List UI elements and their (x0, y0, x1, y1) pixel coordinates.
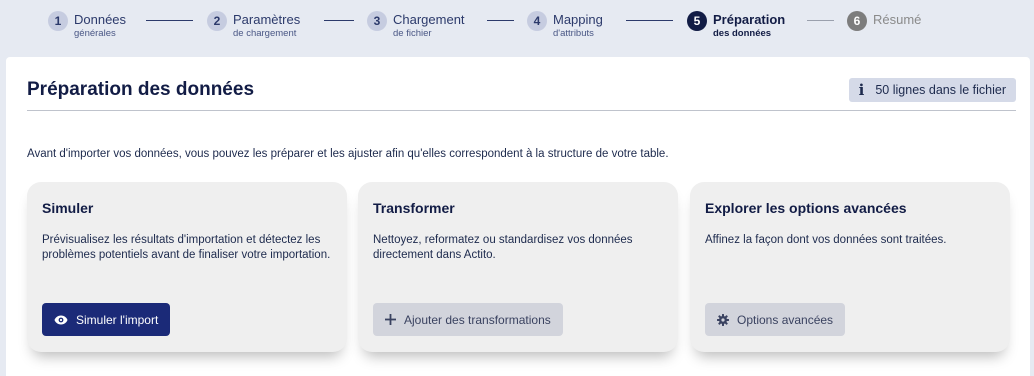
step-title: Résumé (873, 12, 922, 27)
advanced-options-button[interactable]: Options avancées (705, 303, 846, 336)
step-number: 3 (367, 11, 387, 31)
step-mapping[interactable]: 4 Mapping d'attributs (527, 11, 603, 39)
card-title: Explorer les options avancées (705, 200, 907, 216)
step-title: Préparation (713, 12, 786, 27)
rows-count-badge: i 50 lignes dans le fichier (848, 78, 1016, 102)
step-resume[interactable]: 6 Résumé (847, 11, 921, 31)
step-subtitle: des données (713, 28, 772, 39)
step-connector (324, 20, 354, 21)
card-title: Simuler (42, 200, 94, 216)
info-icon: i (858, 81, 865, 99)
step-preparation[interactable]: 5 Préparation des données (687, 11, 785, 39)
eye-icon (54, 315, 68, 325)
plus-icon (385, 314, 396, 325)
page-title: Préparation des données (27, 79, 255, 100)
step-title: Chargement (393, 12, 465, 27)
step-title: Données (74, 12, 127, 27)
step-subtitle: de chargement (233, 28, 297, 39)
step-number: 1 (48, 11, 68, 31)
step-title: Paramètres (233, 12, 301, 27)
main-panel: Préparation des données i 50 lignes dans… (6, 57, 1030, 376)
step-number: 5 (687, 11, 707, 31)
button-label: Ajouter des transformations (404, 312, 551, 327)
step-donnees-generales[interactable]: 1 Données générales (48, 11, 126, 39)
step-connector (146, 20, 193, 21)
step-subtitle: générales (74, 28, 116, 39)
card-simuler: Simuler Prévisualisez les résultats d'im… (27, 182, 347, 352)
card-transformer: Transformer Nettoyez, reformatez ou stan… (358, 182, 678, 352)
step-subtitle: de fichier (393, 28, 432, 39)
intro-text: Avant d'importer vos données, vous pouve… (27, 148, 669, 160)
step-connector (487, 20, 514, 21)
button-label: Options avancées (737, 312, 834, 327)
rows-count-text: 50 lignes dans le fichier (875, 83, 1006, 97)
button-label: Simuler l'import (76, 312, 159, 327)
step-number: 4 (527, 11, 547, 31)
step-parametres[interactable]: 2 Paramètres de chargement (207, 11, 300, 39)
card-description: Affinez la façon dont vos données sont t… (705, 234, 947, 246)
card-options-avancees: Explorer les options avancées Affinez la… (690, 182, 1010, 352)
step-chargement[interactable]: 3 Chargement de fichier (367, 11, 465, 39)
gear-icon (717, 313, 729, 326)
step-title: Mapping (553, 12, 603, 27)
step-connector (626, 20, 673, 21)
step-number: 2 (207, 11, 227, 31)
card-description: Nettoyez, reformatez ou standardisez vos… (373, 234, 633, 261)
step-connector (807, 20, 834, 21)
simulate-import-button[interactable]: Simuler l'import (42, 303, 171, 336)
stepper: 1 Données générales 2 Paramètres de char… (0, 0, 1034, 56)
step-subtitle: d'attributs (553, 28, 594, 39)
divider (27, 110, 1016, 111)
card-description: Prévisualisez les résultats d'importatio… (42, 234, 331, 261)
card-title: Transformer (373, 200, 455, 216)
step-number: 6 (847, 11, 867, 31)
add-transformations-button[interactable]: Ajouter des transformations (373, 303, 563, 336)
